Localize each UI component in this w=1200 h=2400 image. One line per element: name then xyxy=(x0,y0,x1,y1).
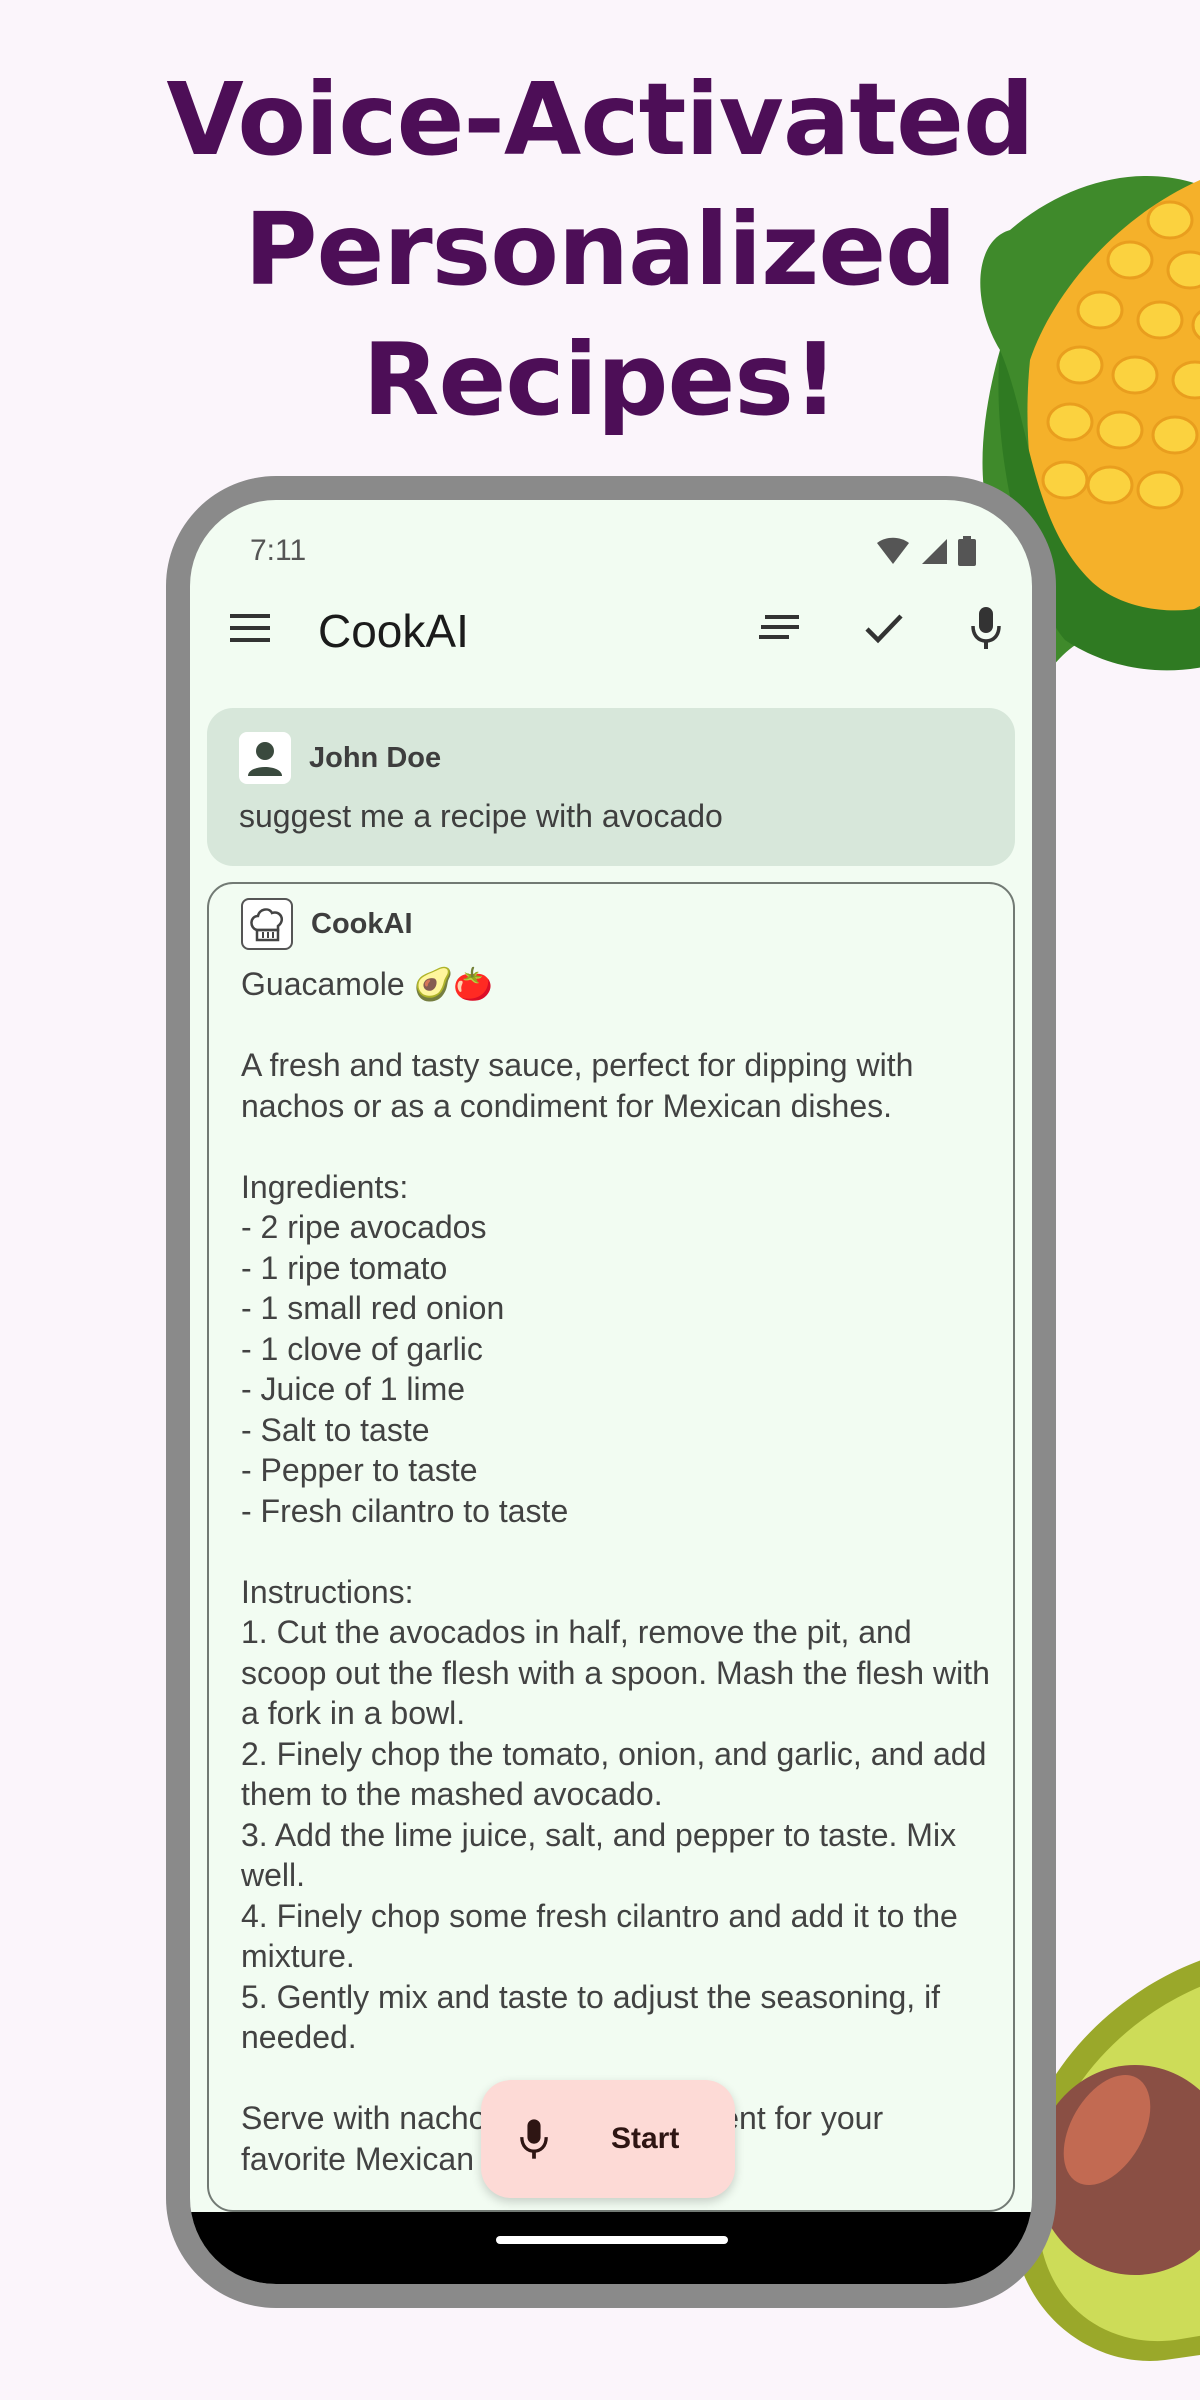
bot-message: CookAI Guacamole 🥑🍅 A fresh and tasty sa… xyxy=(207,882,1015,2212)
signal-icon xyxy=(922,539,947,564)
wifi-icon xyxy=(877,537,909,564)
person-icon xyxy=(248,742,282,776)
menu-icon xyxy=(230,614,270,642)
start-button[interactable]: Start xyxy=(481,2080,735,2198)
user-message-text: suggest me a recipe with avocado xyxy=(239,798,723,834)
app-title: CookAI xyxy=(318,605,469,657)
phone-frame: 7:11 CookAI John Doe suggest me a recipe… xyxy=(166,476,1056,2308)
status-time: 7:11 xyxy=(250,534,307,567)
check-button[interactable] xyxy=(854,598,914,658)
menu-button[interactable] xyxy=(220,598,280,658)
start-button-label: Start xyxy=(611,2122,680,2155)
sort-icon xyxy=(759,615,799,639)
mic-icon xyxy=(971,607,1001,649)
user-message: John Doe suggest me a recipe with avocad… xyxy=(207,708,1015,866)
status-icons xyxy=(876,536,976,566)
app-bar: CookAI xyxy=(190,574,1032,684)
chef-hat-icon xyxy=(250,908,283,942)
mic-icon xyxy=(520,2119,548,2159)
bot-message-header: CookAI xyxy=(241,898,413,950)
check-icon xyxy=(865,614,903,644)
battery-icon xyxy=(958,536,976,566)
mic-button[interactable] xyxy=(956,598,1016,658)
status-bar: 7:11 xyxy=(190,500,1032,574)
bot-avatar xyxy=(241,898,293,950)
user-name: John Doe xyxy=(309,741,442,774)
bot-name: CookAI xyxy=(311,907,413,940)
bot-message-text: Guacamole 🥑🍅 A fresh and tasty sauce, pe… xyxy=(241,966,990,2177)
user-avatar xyxy=(239,732,291,784)
navigation-bar xyxy=(190,2212,1032,2284)
home-handle[interactable] xyxy=(496,2236,728,2244)
sort-button[interactable] xyxy=(750,598,810,658)
user-message-header: John Doe xyxy=(239,732,441,784)
phone-screen: 7:11 CookAI John Doe suggest me a recipe… xyxy=(190,500,1032,2284)
